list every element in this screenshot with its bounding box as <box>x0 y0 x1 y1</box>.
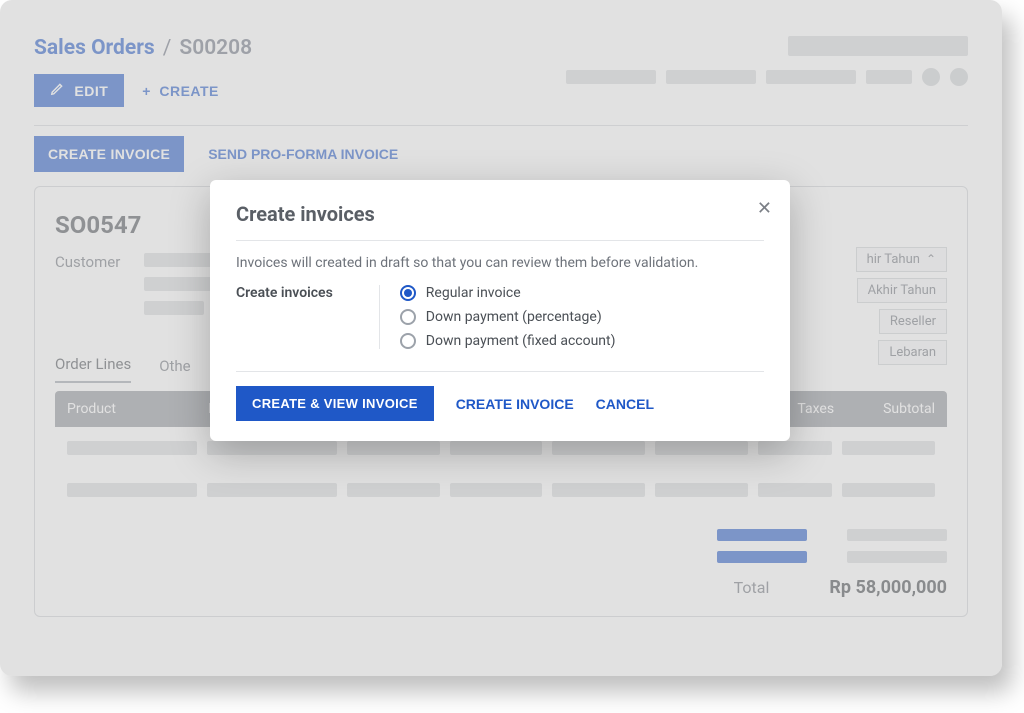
radio-icon <box>400 285 416 301</box>
header-placeholder-blocks <box>566 36 968 86</box>
tag-item[interactable]: Akhir Tahun <box>857 278 947 303</box>
close-icon[interactable]: ✕ <box>757 198 772 219</box>
tab-other[interactable]: Othe <box>159 357 190 383</box>
radio-down-payment-percentage[interactable]: Down payment (percentage) <box>400 309 616 325</box>
totals-block: Total Rp 58,000,000 <box>55 529 947 598</box>
modal-subtitle: Invoices will created in draft so that y… <box>236 255 764 271</box>
create-button[interactable]: + CREATE <box>142 83 219 99</box>
tag-item[interactable]: Lebaran <box>878 340 947 365</box>
pencil-icon <box>50 82 64 99</box>
total-value: Rp 58,000,000 <box>829 577 947 598</box>
create-and-view-invoice-button[interactable]: CREATE & VIEW INVOICE <box>236 386 434 421</box>
tag-list: hir Tahun⌃ Akhir Tahun Reseller Lebaran <box>856 247 947 365</box>
radio-label: Down payment (percentage) <box>426 309 602 325</box>
tag-item[interactable]: hir Tahun⌃ <box>856 247 947 272</box>
table-row[interactable] <box>55 469 947 511</box>
edit-button[interactable]: EDIT <box>34 74 124 107</box>
radio-icon <box>400 333 416 349</box>
modal-title: Create invoices <box>236 202 764 226</box>
radio-regular-invoice[interactable]: Regular invoice <box>400 285 616 301</box>
cancel-button[interactable]: CANCEL <box>596 396 654 412</box>
chevron-up-icon: ⌃ <box>926 252 936 266</box>
radio-label: Down payment (fixed account) <box>426 333 616 349</box>
breadcrumb-current: S00208 <box>179 36 252 60</box>
tag-item[interactable]: Reseller <box>879 309 947 334</box>
breadcrumb-separator: / <box>163 36 172 60</box>
radio-icon <box>400 309 416 325</box>
tab-order-lines[interactable]: Order Lines <box>55 355 131 383</box>
send-proforma-button[interactable]: SEND PRO-FORMA INVOICE <box>208 146 398 162</box>
breadcrumb-root[interactable]: Sales Orders <box>34 36 155 60</box>
create-invoice-modal: Create invoices ✕ Invoices will created … <box>210 180 790 441</box>
radio-label: Regular invoice <box>426 285 521 301</box>
invoice-type-radio-group: Regular invoice Down payment (percentage… <box>379 285 616 349</box>
col-subtotal: Subtotal <box>834 401 935 417</box>
customer-label: Customer <box>55 253 120 271</box>
radio-down-payment-fixed[interactable]: Down payment (fixed account) <box>400 333 616 349</box>
create-button-label: CREATE <box>159 83 219 99</box>
create-invoice-button[interactable]: CREATE INVOICE <box>34 136 184 172</box>
total-label: Total <box>734 578 770 597</box>
radio-group-label: Create invoices <box>236 285 333 301</box>
col-product: Product <box>67 401 208 417</box>
plus-icon: + <box>142 83 151 99</box>
edit-button-label: EDIT <box>74 83 108 99</box>
modal-create-invoice-button[interactable]: CREATE INVOICE <box>456 396 574 412</box>
